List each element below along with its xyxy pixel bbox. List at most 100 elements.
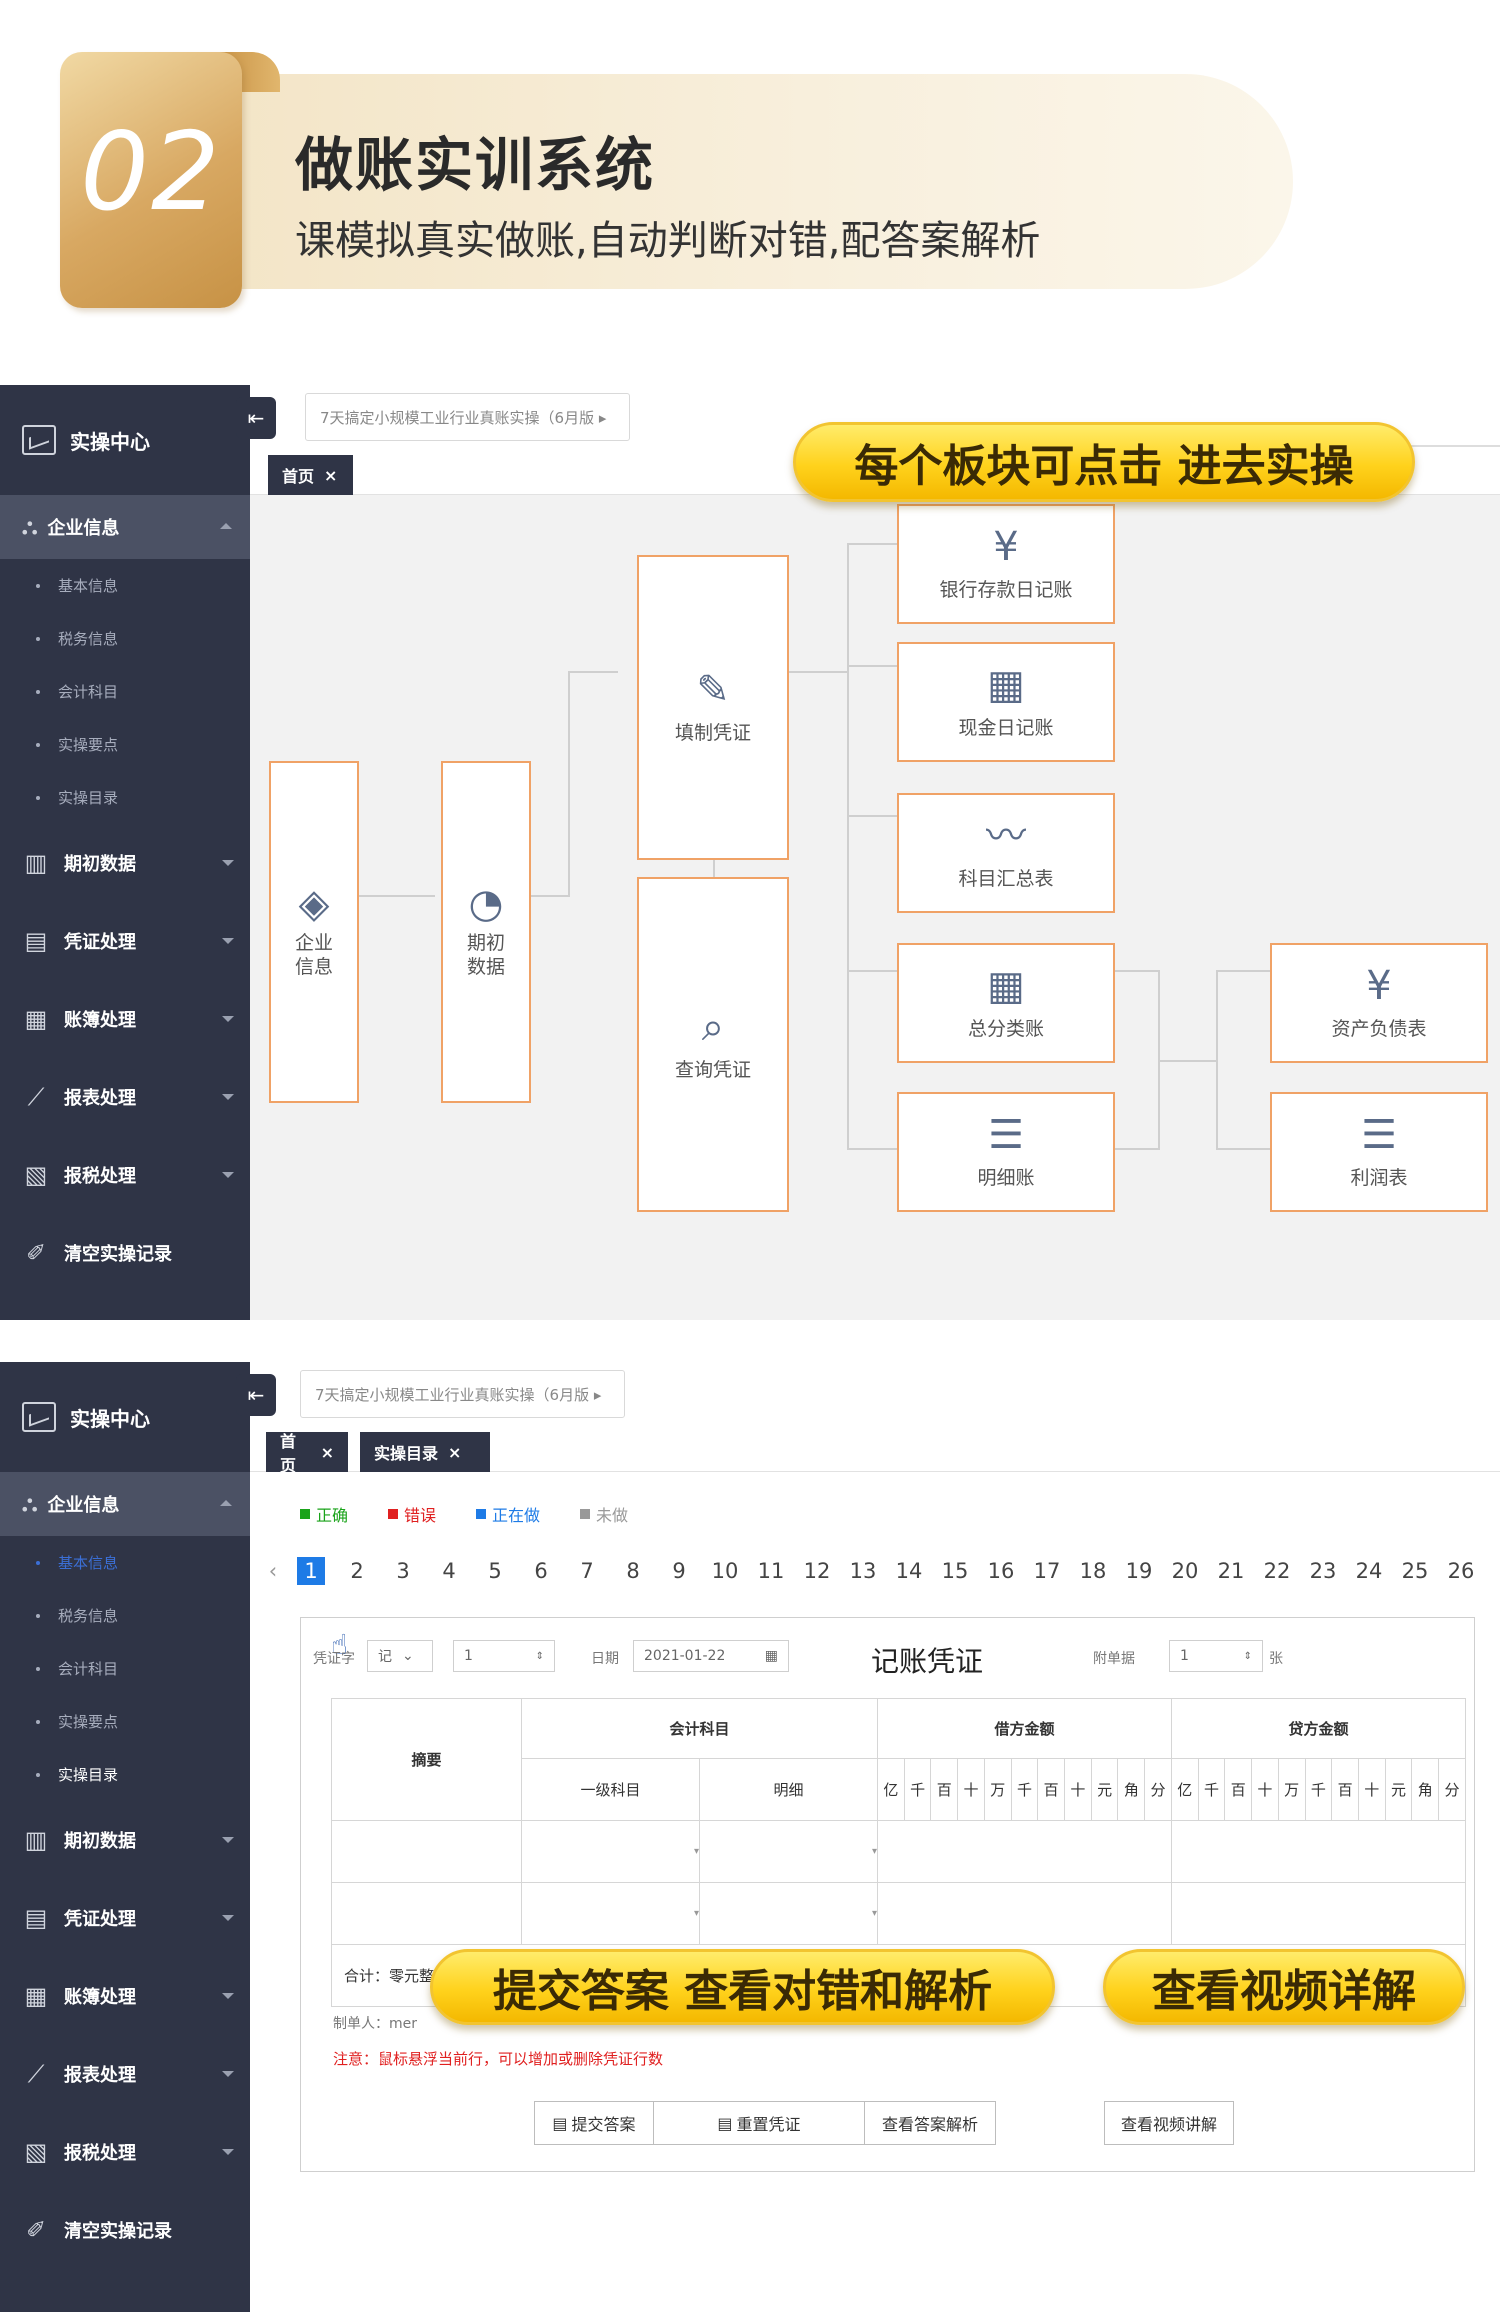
sidebar-header[interactable]: 实操中心: [0, 1362, 250, 1472]
sidebar-item-opening[interactable]: ▥ 期初数据: [0, 824, 250, 902]
credit-cell[interactable]: [1170, 1820, 1467, 1883]
page-26[interactable]: 26: [1438, 1559, 1484, 1583]
page-16[interactable]: 16: [978, 1559, 1024, 1583]
sidebar-sub-tax[interactable]: 税务信息: [0, 1589, 250, 1642]
sidebar-sub-points[interactable]: 实操要点: [0, 718, 250, 771]
close-icon[interactable]: ×: [448, 1443, 461, 1462]
node-general-ledger[interactable]: ▦ 总分类账: [897, 943, 1115, 1063]
sidebar-item-tax[interactable]: ▧ 报税处理: [0, 1136, 250, 1214]
sidebar-item-books[interactable]: ▦ 账簿处理: [0, 1957, 250, 2035]
sidebar-header[interactable]: 实操中心: [0, 385, 250, 495]
sidebar-item-tax[interactable]: ▧ 报税处理: [0, 2113, 250, 2191]
chevron-down-icon: [222, 938, 234, 944]
node-bank-journal[interactable]: ¥ 银行存款日记账: [897, 504, 1115, 624]
credit-cell[interactable]: [1170, 1882, 1467, 1945]
node-fill-voucher[interactable]: ✎ 填制凭证: [637, 555, 789, 860]
sidebar-item-books[interactable]: ▦ 账簿处理: [0, 980, 250, 1058]
connector: [357, 895, 435, 897]
node-query-voucher[interactable]: ⌕ 查询凭证: [637, 877, 789, 1212]
node-opening-data[interactable]: ◔ 期初 数据: [441, 761, 531, 1103]
breadcrumb[interactable]: 7天搞定小规模工业行业真账实操（6月版 ▸: [305, 393, 630, 441]
page-18[interactable]: 18: [1070, 1559, 1116, 1583]
page-20[interactable]: 20: [1162, 1559, 1208, 1583]
sidebar-item-voucher[interactable]: ▤ 凭证处理: [0, 902, 250, 980]
page-11[interactable]: 11: [748, 1559, 794, 1583]
page-1[interactable]: 1: [297, 1557, 325, 1585]
detail-select[interactable]: ▾: [699, 1820, 878, 1883]
breadcrumb[interactable]: 7天搞定小规模工业行业真账实操（6月版 ▸: [300, 1370, 625, 1418]
submit-answer-button[interactable]: ▤ 提交答案: [534, 2101, 654, 2145]
view-answer-button[interactable]: 查看答案解析: [864, 2101, 996, 2145]
digit: 万: [1277, 1758, 1306, 1821]
detail-select[interactable]: ▾: [699, 1882, 878, 1945]
page-7[interactable]: 7: [564, 1559, 610, 1583]
page-13[interactable]: 13: [840, 1559, 886, 1583]
sidebar-sub-points[interactable]: 实操要点: [0, 1695, 250, 1748]
debit-cell[interactable]: [877, 1820, 1172, 1883]
tab-catalog[interactable]: 实操目录 ×: [360, 1432, 490, 1472]
node-balance-sheet[interactable]: ¥ 资产负债表: [1270, 943, 1488, 1063]
node-detail-ledger[interactable]: ☰ 明细账: [897, 1092, 1115, 1212]
sidebar-item-clear[interactable]: ✐ 清空实操记录: [0, 1214, 250, 1292]
tab-home[interactable]: 首页 ×: [268, 455, 353, 495]
node-company-info[interactable]: ◈ 企业 信息: [269, 761, 359, 1103]
date-field[interactable]: 2021-01-22 ▦: [633, 1640, 789, 1672]
page-3[interactable]: 3: [380, 1559, 426, 1583]
page-21[interactable]: 21: [1208, 1559, 1254, 1583]
table-row[interactable]: ▾ ▾: [331, 1820, 1467, 1883]
sidebar-sub-accounts[interactable]: 会计科目: [0, 1642, 250, 1695]
page-25[interactable]: 25: [1392, 1559, 1438, 1583]
sidebar-item-voucher[interactable]: ▤ 凭证处理: [0, 1879, 250, 1957]
sidebar-sub-basic[interactable]: 基本信息: [0, 559, 250, 612]
tab-home[interactable]: 首页 ×: [266, 1432, 348, 1475]
summary-cell[interactable]: [331, 1882, 522, 1945]
reset-voucher-button[interactable]: ▤ 重置凭证: [654, 2101, 864, 2145]
view-video-button[interactable]: 查看视频讲解: [1104, 2101, 1234, 2145]
node-income-statement[interactable]: ☰ 利润表: [1270, 1092, 1488, 1212]
voucher-number-stepper[interactable]: 1 ⇕: [453, 1640, 555, 1672]
sidebar-group-company[interactable]: ⛬ 企业信息: [0, 495, 250, 559]
page-8[interactable]: 8: [610, 1559, 656, 1583]
attach-count-stepper[interactable]: 1 ⇕: [1169, 1640, 1263, 1672]
sidebar-sub-catalog[interactable]: 实操目录: [0, 771, 250, 824]
page-5[interactable]: 5: [472, 1559, 518, 1583]
node-account-summary[interactable]: 〰 科目汇总表: [897, 793, 1115, 913]
sidebar-sub-tax[interactable]: 税务信息: [0, 612, 250, 665]
page-17[interactable]: 17: [1024, 1559, 1070, 1583]
page-15[interactable]: 15: [932, 1559, 978, 1583]
sidebar-item-opening[interactable]: ▥ 期初数据: [0, 1801, 250, 1879]
page-2[interactable]: 2: [334, 1559, 380, 1583]
sidebar-sub-catalog[interactable]: 实操目录: [0, 1748, 250, 1801]
collapse-sidebar-icon[interactable]: ⇤: [236, 397, 276, 439]
page-14[interactable]: 14: [886, 1559, 932, 1583]
sidebar-item-clear[interactable]: ✐ 清空实操记录: [0, 2191, 250, 2269]
summary-cell[interactable]: [331, 1820, 522, 1883]
sidebar-item-reports[interactable]: ⟋ 报表处理: [0, 2035, 250, 2113]
page-23[interactable]: 23: [1300, 1559, 1346, 1583]
account-select[interactable]: ▾: [521, 1820, 700, 1883]
sidebar-sub-accounts[interactable]: 会计科目: [0, 665, 250, 718]
page-4[interactable]: 4: [426, 1559, 472, 1583]
page-12[interactable]: 12: [794, 1559, 840, 1583]
collapse-sidebar-icon[interactable]: ⇤: [236, 1374, 276, 1416]
chart-icon: [22, 425, 56, 455]
page-19[interactable]: 19: [1116, 1559, 1162, 1583]
page-22[interactable]: 22: [1254, 1559, 1300, 1583]
page-9[interactable]: 9: [656, 1559, 702, 1583]
pie-chart-icon: ◔: [468, 881, 504, 928]
voucher-word-select[interactable]: 记 ⌄: [367, 1640, 433, 1672]
sidebar-item-reports[interactable]: ⟋ 报表处理: [0, 1058, 250, 1136]
node-cash-journal[interactable]: ▦ 现金日记账: [897, 642, 1115, 762]
page-6[interactable]: 6: [518, 1559, 564, 1583]
table-row[interactable]: ▾ ▾: [331, 1882, 1467, 1945]
col-credit: 贷方金额: [1170, 1698, 1467, 1759]
close-icon[interactable]: ×: [321, 1443, 334, 1462]
sidebar-group-company[interactable]: ⛬ 企业信息: [0, 1472, 250, 1536]
sidebar-sub-basic[interactable]: 基本信息: [0, 1536, 250, 1589]
page-24[interactable]: 24: [1346, 1559, 1392, 1583]
account-select[interactable]: ▾: [521, 1882, 700, 1945]
page-10[interactable]: 10: [702, 1559, 748, 1583]
pager-prev-icon[interactable]: ‹: [258, 1559, 288, 1583]
close-icon[interactable]: ×: [324, 466, 337, 485]
debit-cell[interactable]: [877, 1882, 1172, 1945]
